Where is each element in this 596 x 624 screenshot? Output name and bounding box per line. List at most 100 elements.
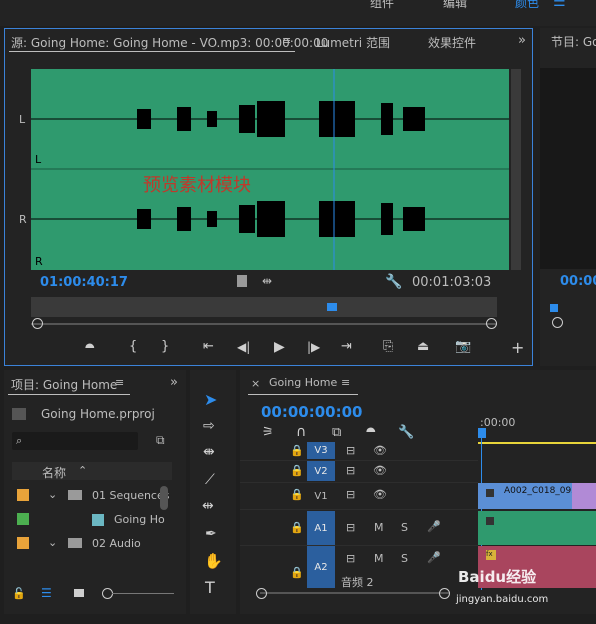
project-overflow-icon[interactable]: » <box>170 375 178 390</box>
solo-button[interactable]: S <box>401 521 408 534</box>
video-clip-v1-next[interactable] <box>572 483 596 509</box>
pen-tool-icon[interactable]: ✒ <box>205 526 217 542</box>
timeline-playhead[interactable] <box>478 428 486 438</box>
type-tool-icon[interactable]: T <box>205 578 215 597</box>
ripple-edit-icon[interactable]: ⇼ <box>203 444 215 460</box>
go-to-in-icon[interactable]: ⇤ <box>203 339 214 354</box>
track-lock-icon[interactable]: 🔒 <box>290 444 304 457</box>
snap-icon[interactable]: ∩ <box>296 424 306 440</box>
sync-lock-icon[interactable]: ⊟ <box>346 444 355 457</box>
workspace-menu-icon[interactable]: ☰ <box>553 0 566 10</box>
program-current-time[interactable]: 00:00 <box>560 274 596 289</box>
zoom-scrollbar[interactable] <box>31 323 497 325</box>
playhead-marker[interactable] <box>327 303 337 311</box>
step-forward-icon[interactable]: |▶ <box>307 340 320 354</box>
export-frame-icon[interactable]: 📷 <box>455 339 471 354</box>
microphone-icon[interactable]: 🎤 <box>427 520 441 533</box>
add-icon[interactable]: + <box>511 338 524 357</box>
zoom-handle-right[interactable] <box>486 318 497 329</box>
mute-button[interactable]: M <box>374 521 384 534</box>
go-to-out-icon[interactable]: ⇥ <box>341 339 352 354</box>
audio-waveform[interactable]: L R 预览素材模块 <box>31 69 509 270</box>
tab-lumetri[interactable]: Lumetri 范围 <box>316 34 390 51</box>
workspace-tab-color[interactable]: 颜色 <box>515 0 539 11</box>
source-tab-title[interactable]: 源: Going Home: Going Home - VO.mp3: 00:0… <box>11 34 328 51</box>
find-bin-icon[interactable]: ⧉ <box>156 433 165 448</box>
track-label[interactable]: A2 <box>307 546 335 588</box>
project-tab-title[interactable]: 项目: Going Home <box>11 376 117 393</box>
slip-tool-icon[interactable]: ⇹ <box>202 498 214 514</box>
list-view-icon[interactable]: ☰ <box>41 586 52 600</box>
timeline-menu-icon[interactable]: ≡ <box>341 376 350 389</box>
microphone-icon[interactable]: 🎤 <box>427 551 441 564</box>
column-name-header[interactable]: 名称 <box>42 464 66 481</box>
eye-icon[interactable]: 👁 <box>373 488 387 501</box>
source-time-ruler[interactable] <box>31 297 497 317</box>
program-tab-title[interactable]: 节目: Go <box>551 33 596 50</box>
track-label[interactable]: V1 <box>307 483 335 509</box>
play-icon[interactable]: ▶ <box>274 339 285 355</box>
sync-lock-icon[interactable]: ⊟ <box>346 552 355 565</box>
audio-clip-a1[interactable] <box>478 511 596 545</box>
mark-out-icon[interactable]: } <box>161 339 169 354</box>
eye-icon[interactable]: 👁 <box>373 444 387 457</box>
video-clip-v1[interactable]: A002_C018_0922 <box>478 483 583 509</box>
sync-lock-icon[interactable]: ⊟ <box>346 521 355 534</box>
program-zoom-handle[interactable] <box>552 317 563 328</box>
workspace-tab-assembly[interactable]: 组件 <box>370 0 394 11</box>
work-area-bar[interactable] <box>478 442 596 444</box>
linked-selection-icon[interactable]: ⧉ <box>332 425 341 440</box>
list-item[interactable]: Going Ho <box>12 508 172 532</box>
zoom-handle-left[interactable] <box>32 318 43 329</box>
sort-icon[interactable]: ⌃ <box>78 464 87 477</box>
timeline-timecode[interactable]: 00:00:00:00 <box>261 403 363 421</box>
timeline-scrollbar[interactable] <box>260 592 450 594</box>
list-item[interactable]: ⌄ 01 Sequences <box>12 484 172 508</box>
sync-lock-icon[interactable]: ⊟ <box>346 464 355 477</box>
tab-effects[interactable]: 效果控件 <box>428 34 476 51</box>
timeline-settings-icon[interactable]: 🔧 <box>398 425 414 440</box>
hand-tool-icon[interactable]: ✋ <box>204 552 223 570</box>
track-label[interactable]: A1 <box>307 511 335 545</box>
settings-icon[interactable] <box>237 275 247 287</box>
icon-view-icon[interactable] <box>74 589 84 597</box>
timeline-zoom-handle-right[interactable] <box>439 588 450 599</box>
list-item[interactable]: ⌄ 02 Audio <box>12 532 172 556</box>
wrench-icon[interactable]: 🔧 <box>385 274 402 290</box>
close-tab-icon[interactable]: × <box>251 377 260 390</box>
selection-tool-icon[interactable]: ➤ <box>204 390 217 409</box>
eye-icon[interactable]: 👁 <box>373 464 387 477</box>
drag-audio-icon[interactable]: ⇹ <box>262 274 272 288</box>
expand-chevron-icon[interactable]: ⌄ <box>48 488 57 501</box>
timeline-zoom-handle-left[interactable] <box>256 588 267 599</box>
track-lock-icon[interactable]: 🔒 <box>290 521 304 534</box>
marker-icon[interactable]: ⯊ <box>85 341 95 356</box>
project-search-input[interactable]: ⌕ <box>12 432 138 450</box>
track-lock-icon[interactable]: 🔒 <box>290 464 304 477</box>
track-lock-icon[interactable]: 🔒 <box>290 566 304 579</box>
track-label[interactable]: V2 <box>307 461 335 481</box>
timeline-tab-title[interactable]: Going Home <box>269 376 337 389</box>
list-scrollbar[interactable] <box>160 486 168 510</box>
solo-button[interactable]: S <box>401 552 408 565</box>
track-label[interactable]: V3 <box>307 442 335 459</box>
program-playhead[interactable] <box>550 304 558 312</box>
panel-overflow-icon[interactable]: » <box>518 33 526 48</box>
add-marker-icon[interactable]: ⯊ <box>366 425 376 440</box>
insert-icon[interactable]: ⎘ <box>383 339 393 354</box>
nest-icon[interactable]: ⚞ <box>262 425 274 440</box>
expand-chevron-icon[interactable]: ⌄ <box>48 536 57 549</box>
sync-lock-icon[interactable]: ⊟ <box>346 488 355 501</box>
project-menu-icon[interactable]: ≡ <box>115 376 124 389</box>
overwrite-icon[interactable]: ⏏ <box>417 339 429 354</box>
hamburger-icon[interactable]: ≡ <box>282 34 291 47</box>
workspace-tab-editing[interactable]: 编辑 <box>443 0 467 11</box>
mark-in-icon[interactable]: { <box>129 339 137 354</box>
timeline-ruler[interactable]: :00:00 <box>478 414 596 444</box>
mute-button[interactable]: M <box>374 552 384 565</box>
track-select-icon[interactable]: ⇨ <box>203 418 215 434</box>
zoom-slider[interactable] <box>112 593 174 594</box>
step-back-icon[interactable]: ◀| <box>237 340 250 354</box>
source-current-time[interactable]: 01:00:40:17 <box>40 275 128 290</box>
lock-icon[interactable]: 🔓 <box>12 587 26 600</box>
